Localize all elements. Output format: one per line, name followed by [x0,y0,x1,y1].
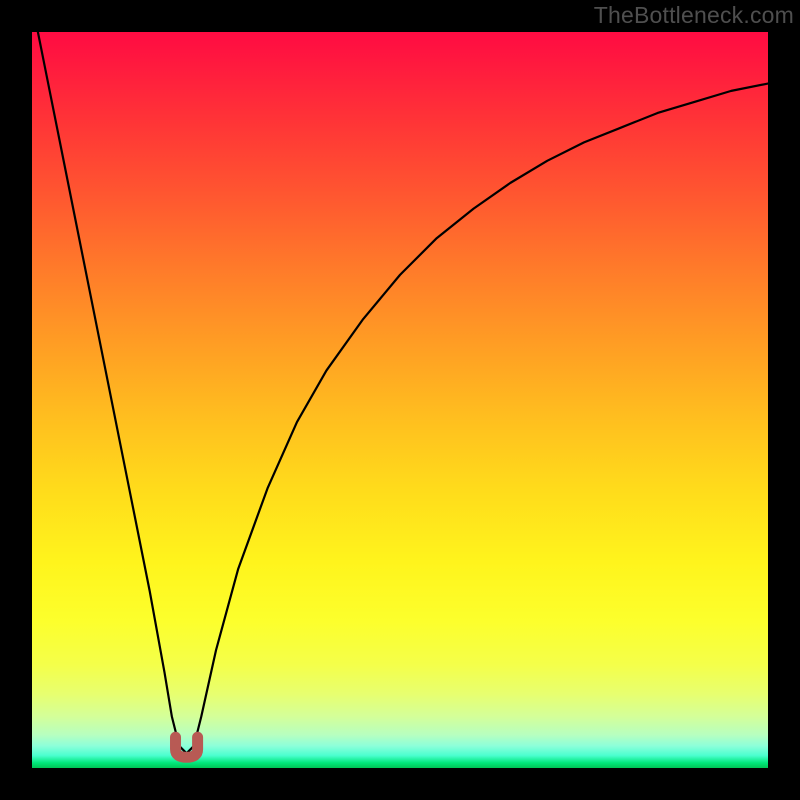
optimal-point-marker [176,737,198,757]
chart-plot-area [32,32,768,768]
watermark-text: TheBottleneck.com [594,2,794,29]
chart-frame: TheBottleneck.com [0,0,800,800]
chart-svg [32,32,768,768]
bottleneck-curve [32,32,768,753]
